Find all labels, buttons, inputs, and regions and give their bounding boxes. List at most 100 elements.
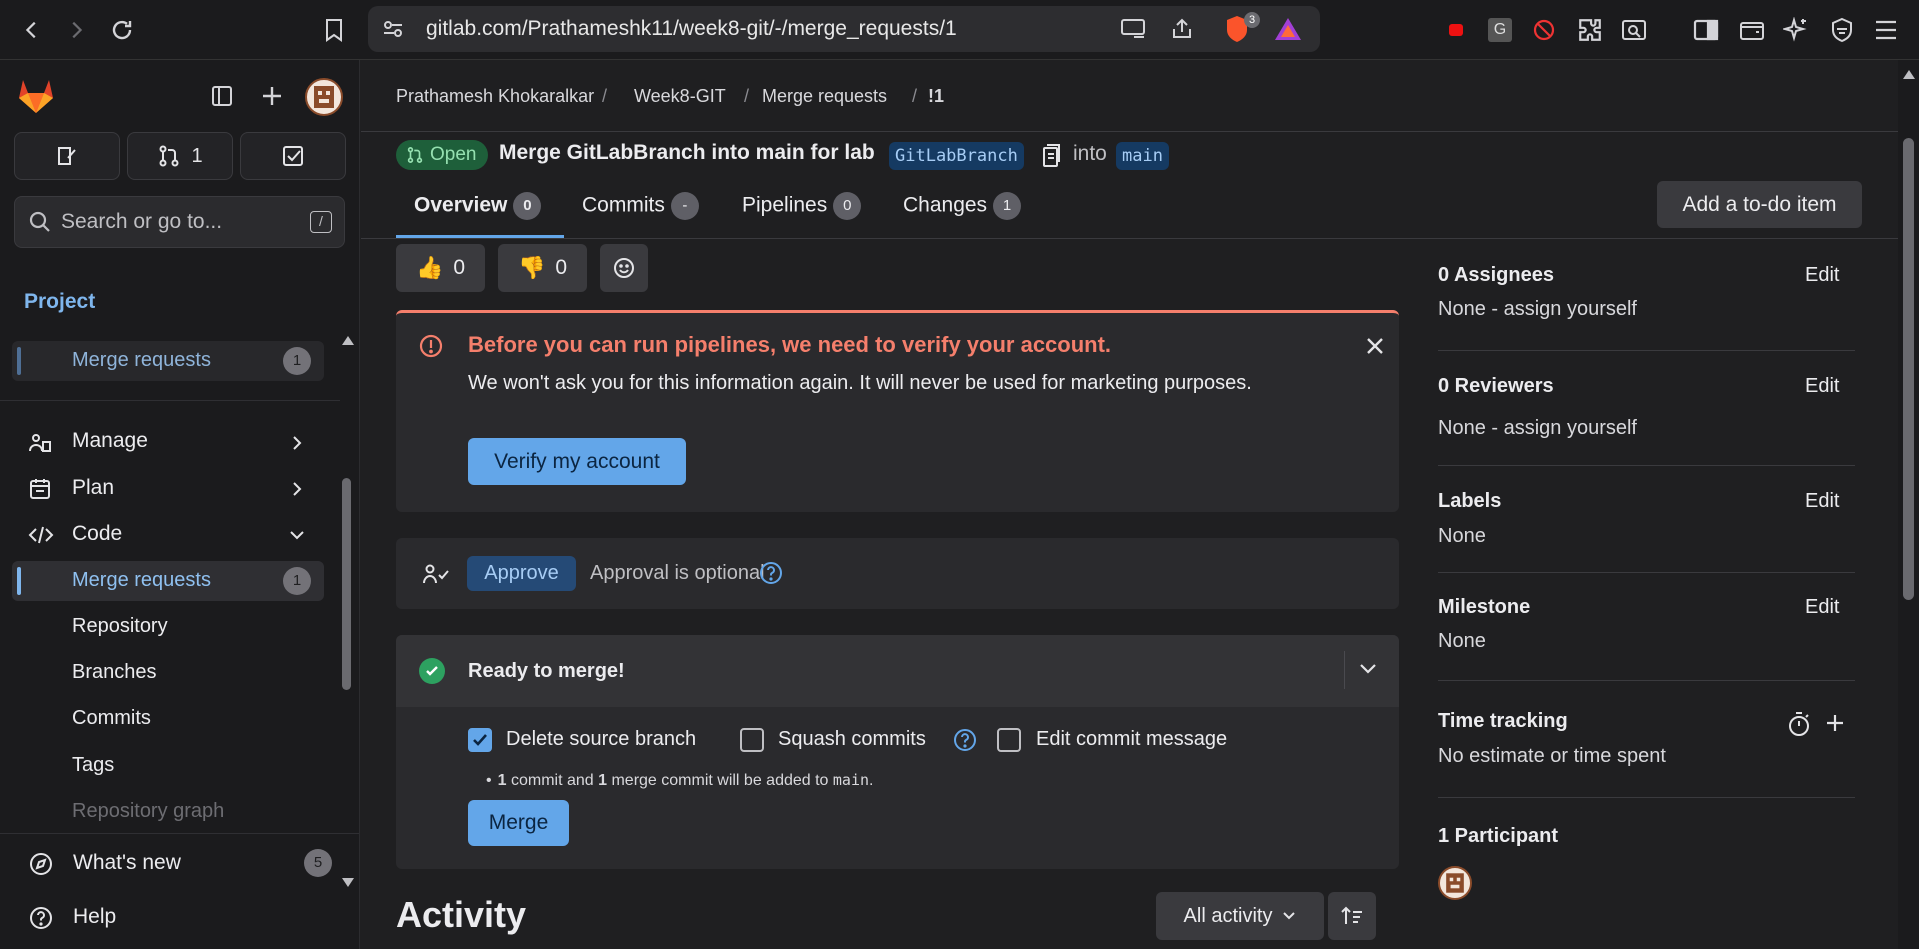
gitlab-logo-icon[interactable]	[16, 76, 56, 114]
cast-icon[interactable]	[1120, 17, 1146, 41]
edit-commit-message-label: Edit commit message	[1036, 728, 1228, 750]
chevron-right-icon	[290, 480, 304, 498]
tab-commits[interactable]: Commits -	[582, 192, 699, 220]
add-time-icon[interactable]	[1825, 713, 1845, 733]
avatar[interactable]	[305, 78, 343, 116]
merge-requests-button[interactable]: 1	[127, 132, 233, 180]
chevron-right-icon	[290, 434, 304, 452]
page-scrollbar[interactable]	[1898, 60, 1919, 949]
site-settings-icon[interactable]	[382, 18, 404, 40]
forward-icon[interactable]	[60, 14, 92, 46]
merge-button[interactable]: Merge	[468, 800, 569, 846]
sidebar-item-merge-requests[interactable]: Merge requests 1	[12, 561, 324, 601]
activity-filter-dropdown[interactable]: All activity	[1156, 892, 1324, 940]
help-link[interactable]: Help	[73, 905, 116, 929]
search-shortcut: /	[310, 211, 332, 233]
thumbs-down-button[interactable]: 👎 0	[498, 244, 587, 292]
assignees-edit[interactable]: Edit	[1805, 264, 1839, 287]
time-tracking-title: Time tracking	[1438, 710, 1568, 732]
squash-commits-label: Squash commits	[778, 728, 926, 750]
extensions-icon[interactable]	[1574, 14, 1606, 46]
sidebar-toggle-icon[interactable]	[1690, 14, 1722, 46]
divider	[0, 400, 340, 401]
sidebar-item-branches[interactable]: Branches	[72, 661, 157, 684]
tabs-divider	[361, 238, 1898, 239]
section-project: Project	[24, 290, 96, 313]
copy-branch-icon[interactable]	[1039, 143, 1063, 169]
bookmark-icon[interactable]	[318, 14, 350, 46]
collapse-sidebar-icon[interactable]	[210, 84, 234, 108]
whats-new-link[interactable]: What's new	[73, 851, 181, 875]
approval-icon	[422, 562, 452, 586]
chevron-down-icon[interactable]	[1358, 661, 1378, 677]
into-text: into	[1073, 142, 1107, 165]
verify-account-button[interactable]: Verify my account	[468, 438, 686, 485]
approval-widget: Approve Approval is optional	[396, 538, 1399, 609]
approve-button[interactable]: Approve	[467, 556, 576, 591]
nav-plan[interactable]: Plan	[72, 476, 114, 500]
alert-body: We won't ask you for this information ag…	[468, 372, 1252, 394]
back-icon[interactable]	[16, 14, 48, 46]
sidebar-scrollbar[interactable]	[339, 332, 354, 887]
merge-requests-label: Merge requests	[72, 569, 211, 591]
breadcrumb-project[interactable]: Week8-GIT	[634, 86, 726, 107]
question-icon[interactable]	[758, 560, 784, 586]
adblock-ext-icon[interactable]	[1528, 14, 1560, 46]
search-ext-icon[interactable]	[1618, 14, 1650, 46]
reload-icon[interactable]	[106, 14, 138, 46]
issues-button[interactable]	[14, 132, 120, 180]
wallet-icon[interactable]	[1736, 14, 1768, 46]
sidebar-item-repository[interactable]: Repository	[72, 615, 168, 638]
assignees-value[interactable]: None - assign yourself	[1438, 298, 1637, 321]
participant-avatar[interactable]	[1438, 866, 1472, 900]
sort-direction-button[interactable]	[1328, 892, 1376, 940]
labels-edit[interactable]: Edit	[1805, 490, 1839, 513]
menu-icon[interactable]	[1870, 14, 1902, 46]
youtube-ext-icon[interactable]	[1440, 14, 1472, 46]
target-branch[interactable]: main	[1116, 142, 1169, 170]
grammar-ext-icon[interactable]: G	[1484, 14, 1516, 46]
leo-ai-icon[interactable]	[1780, 14, 1812, 46]
address-bar[interactable]: gitlab.com/Prathameshk11/week8-git/-/mer…	[368, 6, 1320, 52]
sidebar-item-commits[interactable]: Commits	[72, 707, 151, 730]
todo-button[interactable]	[240, 132, 346, 180]
breadcrumb-mr[interactable]: !1	[928, 86, 944, 107]
thumbs-up-button[interactable]: 👍 0	[396, 244, 485, 292]
squash-help-icon[interactable]	[952, 727, 978, 753]
close-icon[interactable]	[1365, 336, 1385, 356]
milestone-edit[interactable]: Edit	[1805, 596, 1839, 619]
add-reaction-button[interactable]	[600, 244, 648, 292]
edit-commit-message-checkbox[interactable]	[997, 728, 1021, 752]
delete-source-branch-checkbox[interactable]	[468, 728, 492, 752]
reviewers-edit[interactable]: Edit	[1805, 375, 1839, 398]
share-icon[interactable]	[1170, 17, 1194, 41]
alert-title: Before you can run pipelines, we need to…	[468, 332, 1112, 357]
header-divider	[361, 131, 1898, 132]
reviewers-value[interactable]: None - assign yourself	[1438, 417, 1637, 440]
sidebar-item-repository-graph[interactable]: Repository graph	[72, 800, 224, 823]
nav-code[interactable]: Code	[72, 522, 122, 546]
brave-rewards-icon[interactable]	[1274, 16, 1302, 42]
squash-commits-checkbox[interactable]	[740, 728, 764, 752]
compass-icon	[28, 851, 54, 877]
nav-manage[interactable]: Manage	[72, 429, 148, 453]
breadcrumb-merge-requests[interactable]: Merge requests	[762, 86, 887, 107]
stopwatch-icon[interactable]	[1787, 711, 1811, 737]
create-new-icon[interactable]	[260, 84, 284, 108]
url-text: gitlab.com/Prathameshk11/week8-git/-/mer…	[426, 17, 957, 40]
search-input[interactable]: Search or go to... /	[14, 196, 345, 248]
mr-title: Merge GitLabBranch into main for lab	[499, 141, 875, 164]
sort-icon	[1341, 906, 1362, 924]
sidebar-item-tags[interactable]: Tags	[72, 754, 114, 777]
tab-pipelines[interactable]: Pipelines 0	[742, 192, 862, 220]
add-todo-button[interactable]: Add a to-do item	[1657, 181, 1862, 228]
code-icon	[28, 523, 54, 547]
tab-overview[interactable]: Overview 0	[414, 192, 542, 220]
merge-requests-count: 1	[283, 567, 311, 595]
pinned-merge-requests[interactable]: Merge requests 1	[12, 341, 324, 381]
source-branch[interactable]: GitLabBranch	[889, 142, 1024, 170]
vpn-icon[interactable]	[1826, 14, 1858, 46]
tab-changes[interactable]: Changes 1	[903, 192, 1022, 220]
chevron-down-icon	[288, 528, 306, 542]
breadcrumb-user[interactable]: Prathamesh Khokaralkar	[396, 86, 594, 107]
